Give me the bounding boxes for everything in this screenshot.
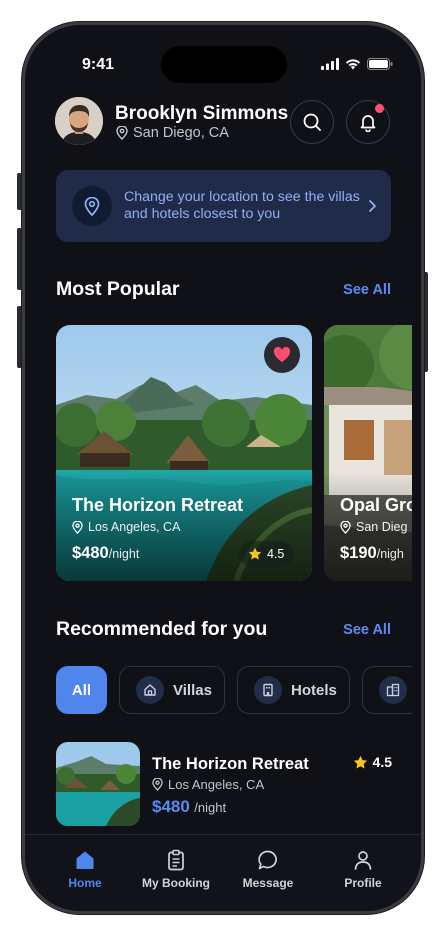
- resort-photo: [56, 742, 140, 826]
- location-banner[interactable]: Change your location to see the villas a…: [56, 170, 391, 242]
- card-location: San Dieg: [340, 520, 407, 534]
- user-name: Brooklyn Simmons: [115, 103, 289, 124]
- nav-label: Profile: [344, 876, 382, 890]
- user-location-text: San Diego, CA: [133, 125, 229, 141]
- filter-chip-all[interactable]: All: [56, 666, 107, 714]
- banner-pin-icon: [72, 186, 112, 226]
- nav-profile[interactable]: Profile: [318, 849, 408, 890]
- notification-badge: [375, 104, 384, 113]
- card-rating-value: 4.5: [267, 547, 285, 561]
- heart-icon: [273, 347, 291, 362]
- status-icons: [321, 58, 393, 70]
- building-icon: [254, 676, 282, 704]
- apartment-icon: [379, 676, 407, 704]
- card-price: $190/nigh: [340, 544, 404, 563]
- favorite-button[interactable]: [264, 337, 300, 373]
- card-price-amount: $190: [340, 544, 377, 562]
- nav-home[interactable]: Home: [40, 849, 130, 890]
- nav-label: Message: [242, 876, 294, 890]
- star-icon: [353, 755, 367, 768]
- list-rating-value: 4.5: [372, 754, 392, 770]
- filter-chip-apartments[interactable]: [362, 666, 412, 714]
- card-location: Los Angeles, CA: [72, 520, 180, 534]
- list-location: Los Angeles, CA: [152, 777, 264, 792]
- list-price-amount: $480: [152, 797, 190, 816]
- location-pin-icon: [116, 126, 128, 140]
- popular-card[interactable]: The Horizon Retreat Los Angeles, CA $480…: [56, 325, 312, 581]
- search-icon: [303, 113, 321, 131]
- recommended-see-all[interactable]: See All: [343, 622, 391, 638]
- app-screen: 9:41 Brooklyn Simmons San Diego, CA Chan…: [25, 25, 421, 911]
- house-icon: [136, 676, 164, 704]
- popular-carousel[interactable]: The Horizon Retreat Los Angeles, CA $480…: [56, 325, 412, 581]
- popular-card[interactable]: Opal Gro San Dieg $190/nigh: [324, 325, 412, 581]
- nav-label: My Booking: [142, 876, 210, 890]
- list-title: The Horizon Retreat: [152, 755, 309, 773]
- search-button[interactable]: [290, 100, 334, 144]
- banner-text: Change your location to see the villas a…: [124, 189, 360, 222]
- card-title: The Horizon Retreat: [72, 495, 244, 515]
- list-thumbnail: [56, 742, 140, 826]
- card-price-amount: $480: [72, 544, 109, 562]
- location-pin-icon: [84, 196, 100, 216]
- card-price-unit: /night: [108, 547, 140, 561]
- avatar[interactable]: [55, 97, 103, 145]
- person-icon: [354, 851, 372, 870]
- card-location-text: Los Angeles, CA: [88, 520, 181, 534]
- filter-chip-villas[interactable]: Villas: [119, 666, 225, 714]
- signal-icon: [321, 58, 339, 70]
- list-item[interactable]: The Horizon Retreat Los Angeles, CA $480…: [56, 742, 392, 828]
- nav-message[interactable]: Message: [223, 849, 313, 890]
- filter-chip-hotels[interactable]: Hotels: [237, 666, 350, 714]
- chip-label: Villas: [173, 681, 212, 699]
- list-price: $480 /night: [152, 797, 226, 817]
- chevron-right-icon: [369, 200, 376, 212]
- phone-frame: 9:41 Brooklyn Simmons San Diego, CA Chan…: [22, 22, 424, 914]
- filter-chips: All Villas Hotels: [56, 666, 412, 714]
- card-rating: 4.5: [239, 541, 294, 567]
- battery-icon: [367, 58, 393, 70]
- notifications-button[interactable]: [346, 100, 390, 144]
- chip-label: All: [71, 681, 92, 699]
- card-location-text: San Dieg: [356, 520, 408, 534]
- status-time: 9:41: [82, 56, 115, 73]
- star-icon: [248, 547, 262, 560]
- list-price-unit: /night: [194, 800, 227, 815]
- user-location: San Diego, CA: [116, 125, 229, 141]
- recommended-title: Recommended for you: [56, 618, 268, 640]
- list-location-text: Los Angeles, CA: [168, 777, 265, 792]
- bottom-nav: Home My Booking Message Profile: [25, 834, 421, 911]
- location-pin-icon: [152, 778, 163, 791]
- clipboard-icon: [168, 849, 184, 871]
- avatar-photo: [55, 97, 103, 145]
- most-popular-see-all[interactable]: See All: [343, 282, 391, 298]
- list-rating: 4.5: [353, 754, 392, 770]
- home-icon: [76, 851, 94, 869]
- card-price: $480/night: [72, 544, 139, 563]
- chip-label: Hotels: [291, 681, 337, 699]
- card-price-unit: /nigh: [376, 547, 404, 561]
- dynamic-island: [161, 46, 287, 83]
- card-title: Opal Gro: [340, 495, 412, 515]
- nav-my-booking[interactable]: My Booking: [131, 849, 221, 890]
- most-popular-title: Most Popular: [56, 278, 180, 300]
- nav-label: Home: [68, 876, 102, 890]
- location-pin-icon: [72, 520, 83, 534]
- wifi-icon: [346, 59, 360, 70]
- bell-icon: [360, 115, 376, 132]
- chat-icon: [258, 850, 277, 870]
- location-pin-icon: [340, 520, 351, 534]
